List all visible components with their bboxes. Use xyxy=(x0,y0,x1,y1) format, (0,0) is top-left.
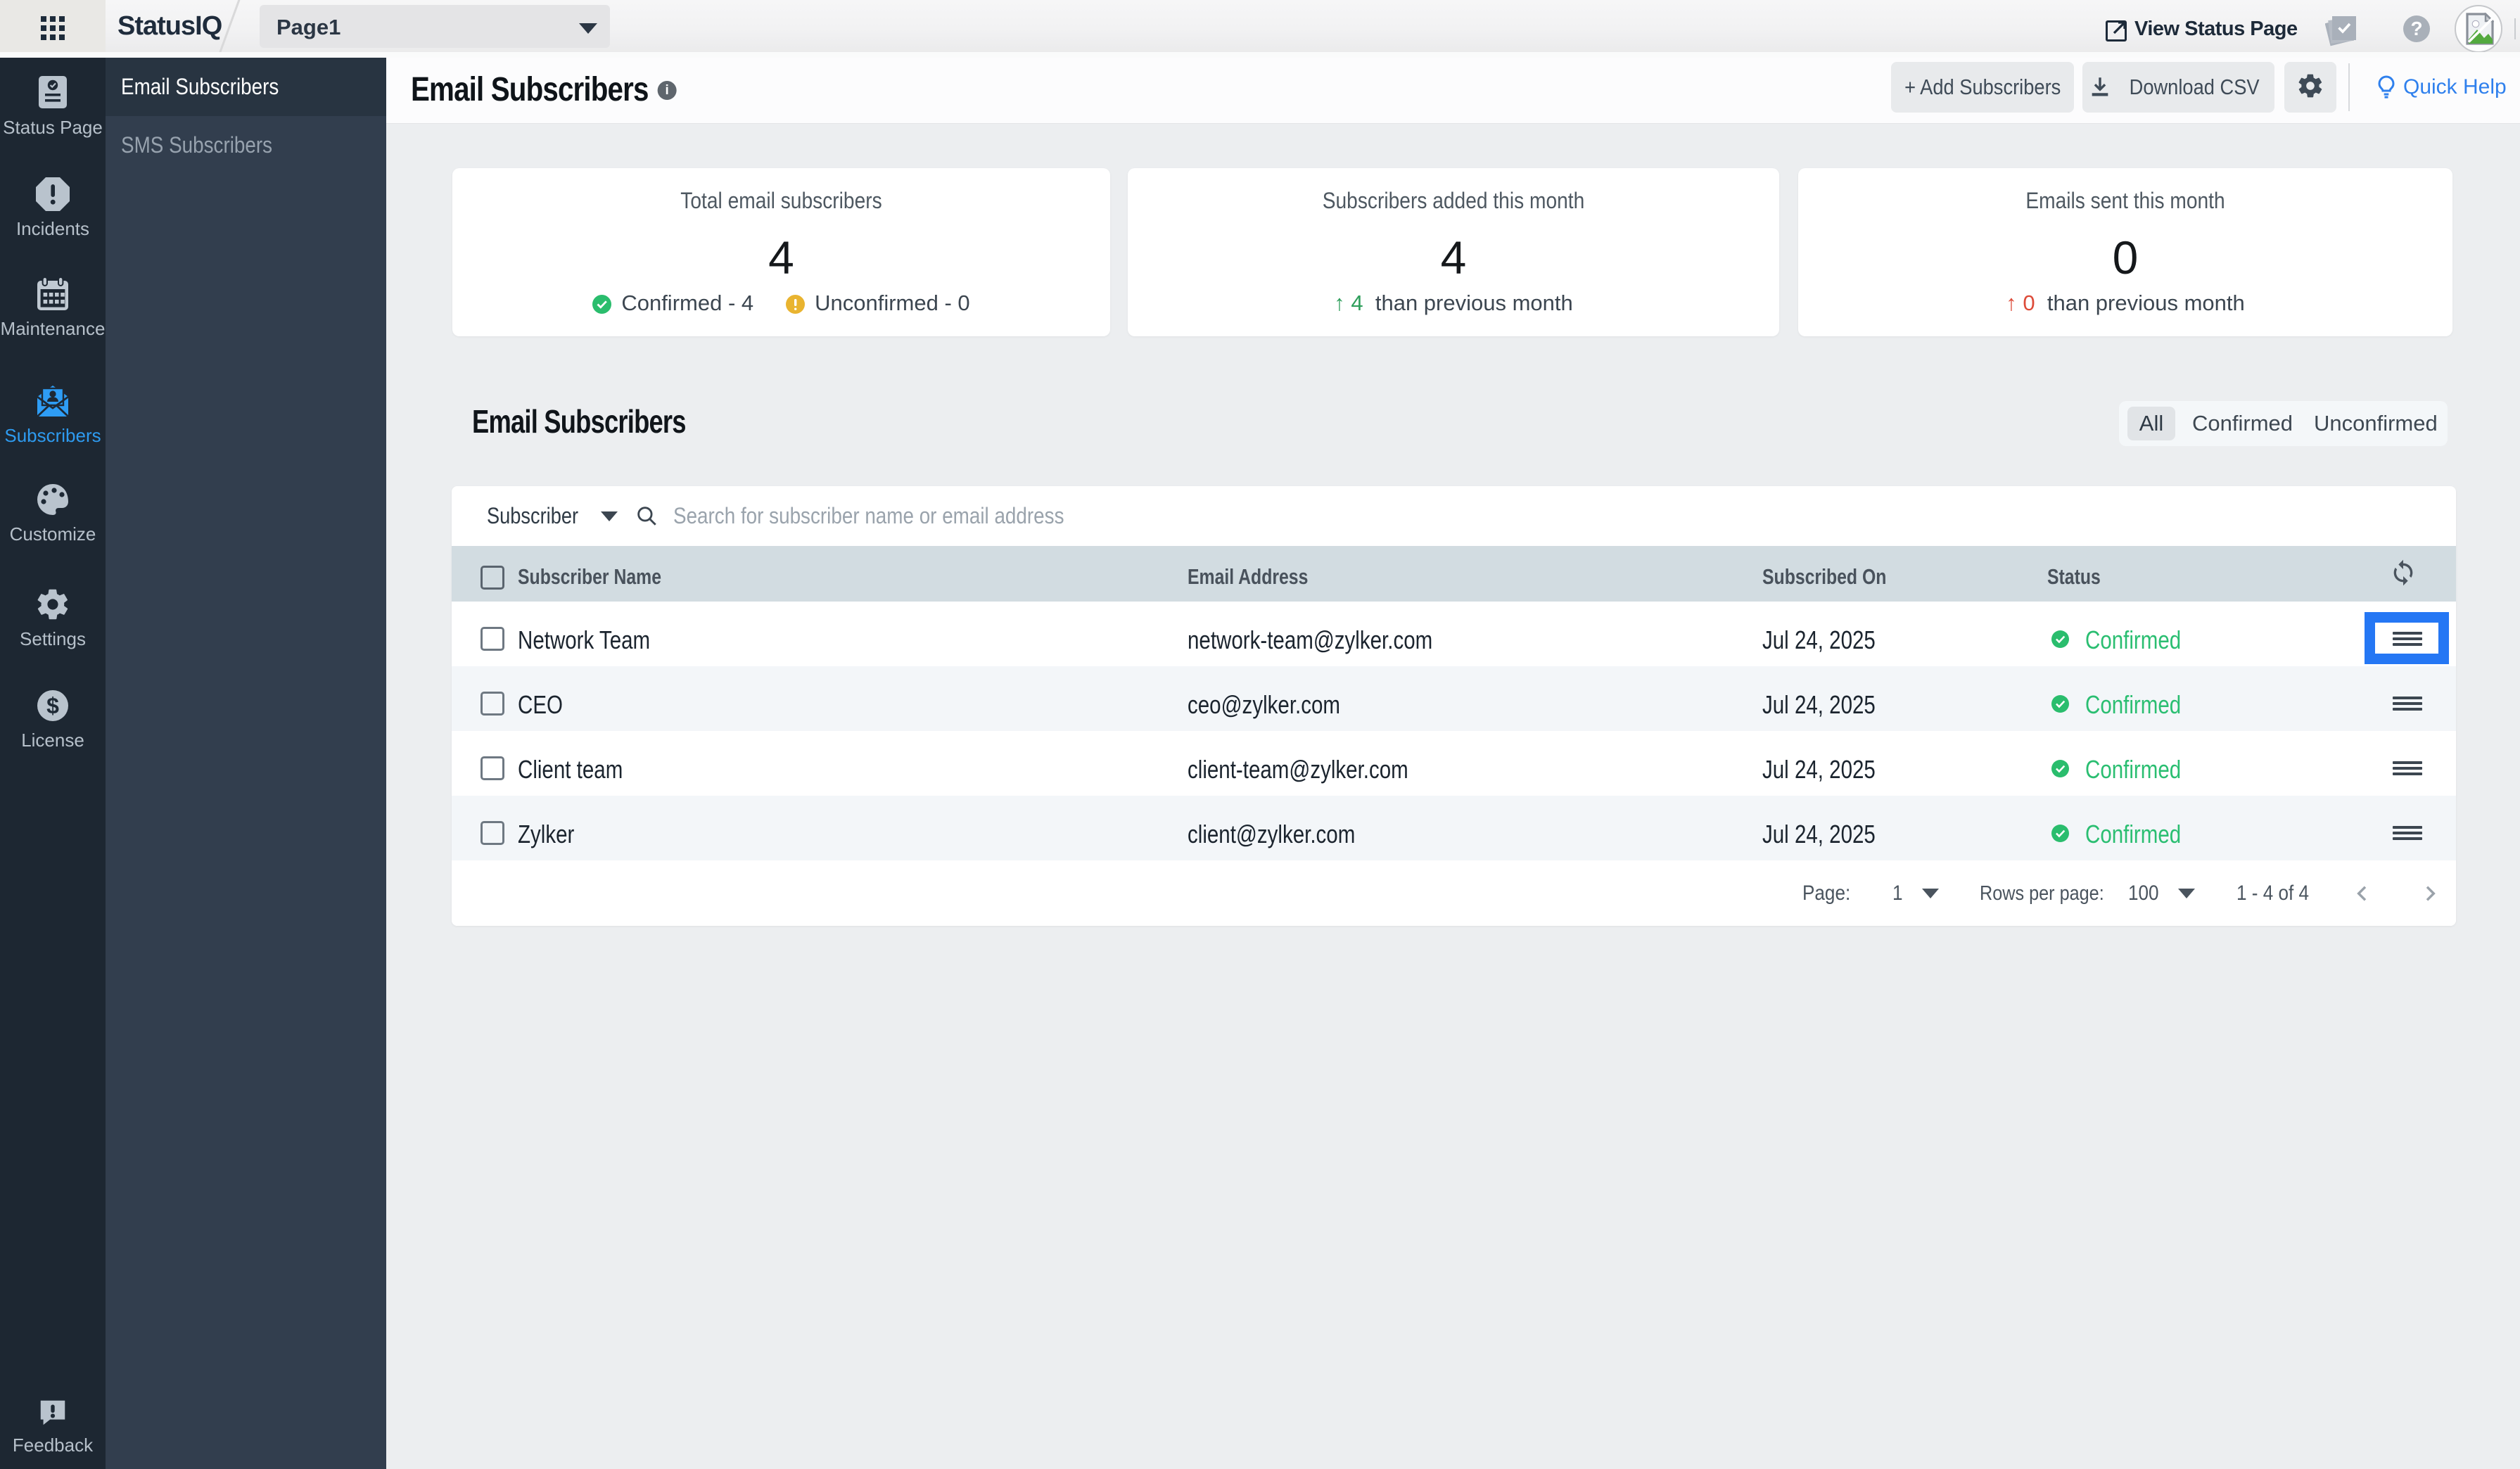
svg-text:$: $ xyxy=(46,693,59,718)
